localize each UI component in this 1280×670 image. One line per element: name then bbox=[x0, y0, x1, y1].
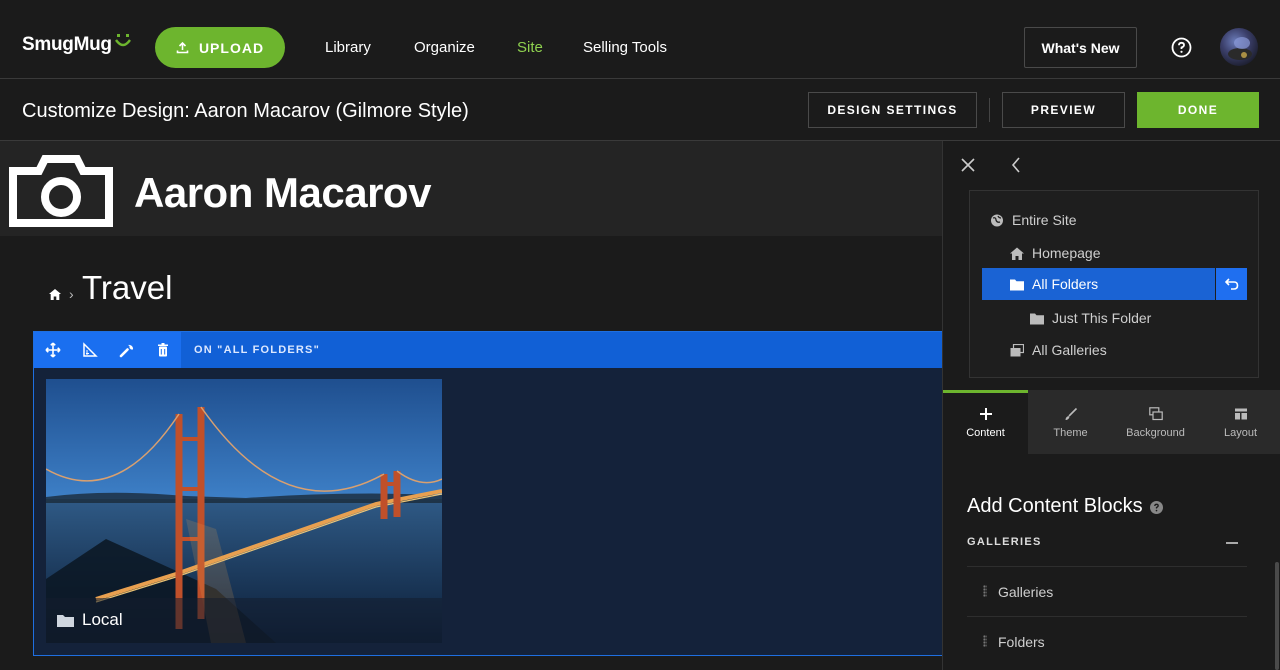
design-settings-button[interactable]: DESIGN SETTINGS bbox=[808, 92, 977, 128]
folder-icon bbox=[1030, 312, 1044, 325]
tree-label: All Folders bbox=[1032, 276, 1098, 292]
tab-label: Layout bbox=[1224, 427, 1257, 439]
tree-label: Homepage bbox=[1032, 245, 1101, 261]
tree-item-all-galleries[interactable]: All Galleries bbox=[1010, 335, 1107, 365]
nav-site[interactable]: Site bbox=[517, 39, 543, 56]
revert-button[interactable] bbox=[1216, 268, 1247, 300]
avatar-image bbox=[1220, 28, 1258, 66]
chevron-left-icon[interactable] bbox=[1011, 156, 1021, 174]
customize-panel: Entire Site Homepage All Folders bbox=[942, 141, 1280, 670]
photo-caption: Local bbox=[46, 598, 442, 643]
upload-icon bbox=[176, 41, 189, 54]
globe-icon bbox=[990, 214, 1004, 227]
tab-background[interactable]: Background bbox=[1113, 390, 1198, 454]
home-icon bbox=[1010, 247, 1024, 260]
block-toolbar: ON "ALL FOLDERS" bbox=[34, 332, 942, 368]
divider bbox=[967, 616, 1247, 617]
avatar[interactable] bbox=[1220, 28, 1258, 66]
nav-library[interactable]: Library bbox=[325, 39, 371, 56]
content-block-galleries[interactable]: Galleries bbox=[998, 584, 1053, 600]
nav-selling-tools[interactable]: Selling Tools bbox=[583, 39, 667, 56]
tree-item-homepage[interactable]: Homepage bbox=[1010, 238, 1101, 268]
tree-label: Just This Folder bbox=[1052, 310, 1151, 326]
tree-item-all-folders[interactable]: All Folders bbox=[982, 268, 1215, 300]
collapse-icon[interactable] bbox=[1226, 542, 1238, 544]
page-title: Customize Design: Aaron Macarov (Gilmore… bbox=[22, 100, 469, 123]
done-button[interactable]: DONE bbox=[1137, 92, 1259, 128]
preview-button[interactable]: PREVIEW bbox=[1002, 92, 1125, 128]
help-icon[interactable] bbox=[1171, 37, 1192, 58]
folder-icon bbox=[1010, 278, 1024, 291]
wrench-icon[interactable] bbox=[119, 342, 135, 358]
camera-logo-icon bbox=[9, 153, 113, 227]
drag-handle-icon[interactable] bbox=[983, 585, 987, 597]
section-heading-galleries: GALLERIES bbox=[967, 536, 1042, 548]
site-name: Aaron Macarov bbox=[134, 169, 431, 217]
brush-icon bbox=[1064, 407, 1078, 421]
ruler-icon[interactable] bbox=[82, 342, 98, 358]
tab-layout[interactable]: Layout bbox=[1198, 390, 1280, 454]
add-content-heading: Add Content Blocks bbox=[967, 495, 1143, 518]
design-canvas: Aaron Macarov › Travel bbox=[0, 141, 942, 670]
panel-tabs: Content Theme Background Layout bbox=[943, 390, 1280, 454]
trash-icon[interactable] bbox=[155, 342, 171, 358]
folder-thumbnail[interactable]: Local bbox=[46, 379, 442, 643]
tree-label: Entire Site bbox=[1012, 212, 1077, 228]
block-tools bbox=[34, 332, 181, 368]
tab-label: Theme bbox=[1053, 427, 1087, 439]
divider bbox=[967, 566, 1247, 567]
content-block-folders[interactable]: Folders bbox=[998, 634, 1045, 650]
close-icon[interactable] bbox=[960, 157, 976, 173]
background-icon bbox=[1149, 407, 1163, 421]
tab-label: Background bbox=[1126, 427, 1185, 439]
galleries-icon bbox=[1010, 344, 1024, 357]
smugmug-logo[interactable]: SmugMug bbox=[22, 34, 112, 56]
breadcrumb-separator: › bbox=[69, 286, 74, 302]
panel-scrollbar[interactable] bbox=[1275, 562, 1279, 670]
undo-icon bbox=[1225, 278, 1239, 290]
move-icon[interactable] bbox=[45, 342, 61, 358]
block-scope-label: ON "ALL FOLDERS" bbox=[194, 344, 320, 356]
home-icon[interactable] bbox=[49, 289, 61, 300]
tree-item-row: All Folders bbox=[1010, 269, 1098, 299]
folder-name: Local bbox=[82, 610, 123, 630]
upload-label: UPLOAD bbox=[199, 40, 264, 56]
content-block[interactable]: ON "ALL FOLDERS" bbox=[33, 331, 942, 656]
site-header[interactable]: Aaron Macarov bbox=[0, 141, 942, 236]
toolbar-divider bbox=[989, 98, 990, 122]
layout-icon bbox=[1234, 407, 1248, 421]
top-navigation: SmugMug UPLOAD Library Organize Site Sel… bbox=[0, 0, 1280, 79]
drag-handle-icon[interactable] bbox=[983, 635, 987, 647]
customize-bar: Customize Design: Aaron Macarov (Gilmore… bbox=[0, 80, 1280, 141]
plus-icon bbox=[979, 407, 993, 421]
tree-label: All Galleries bbox=[1032, 342, 1107, 358]
tab-label: Content bbox=[966, 427, 1005, 439]
nav-organize[interactable]: Organize bbox=[414, 39, 475, 56]
help-icon[interactable] bbox=[1150, 501, 1163, 514]
scope-tree: Entire Site Homepage All Folders bbox=[969, 190, 1259, 378]
upload-button[interactable]: UPLOAD bbox=[155, 27, 285, 68]
folder-icon bbox=[57, 613, 74, 627]
tree-item-just-this-folder[interactable]: Just This Folder bbox=[1030, 303, 1151, 333]
whats-new-button[interactable]: What's New bbox=[1024, 27, 1137, 68]
gallery-title: Travel bbox=[82, 269, 172, 307]
smugmug-smile-icon bbox=[114, 33, 132, 49]
tab-theme[interactable]: Theme bbox=[1028, 390, 1113, 454]
tree-item-entire-site[interactable]: Entire Site bbox=[990, 205, 1077, 235]
tab-content[interactable]: Content bbox=[943, 390, 1028, 454]
